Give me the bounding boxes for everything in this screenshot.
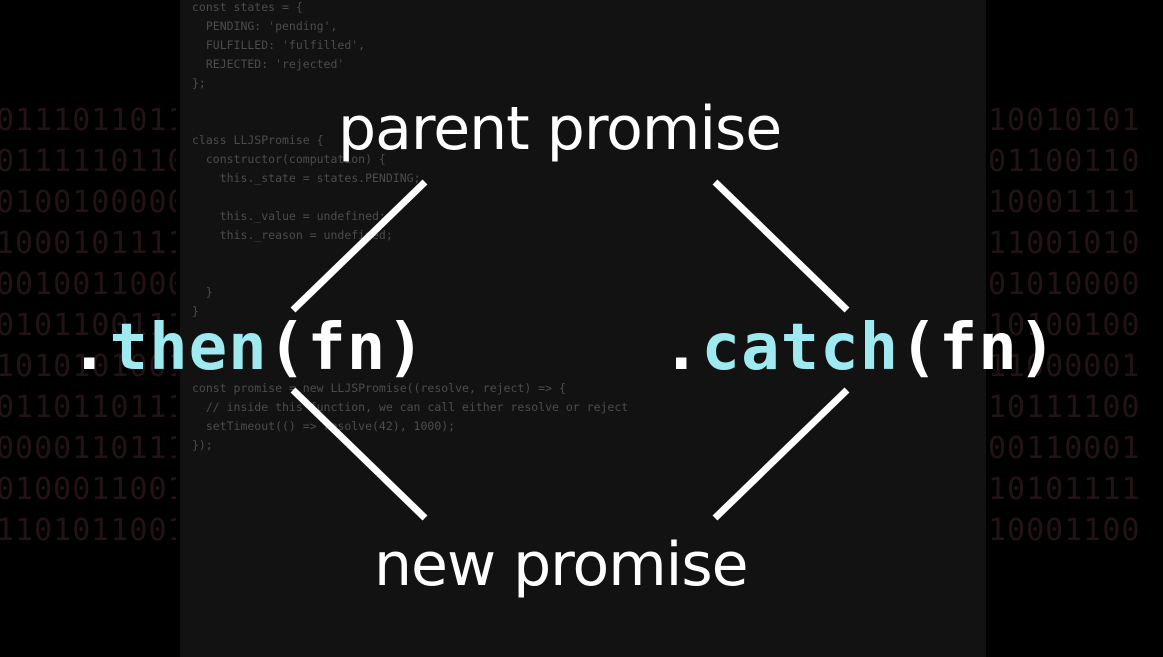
then-method-name: then [109,311,268,385]
new-promise-label: new promise [374,530,749,600]
then-args: (fn) [267,311,426,385]
slide: 0111011011101111101100010010000011000101… [0,0,1163,657]
connector-catch-new [712,387,850,521]
catch-dot: . [662,311,702,385]
parent-promise-label: parent promise [338,94,782,164]
connector-then-new [290,387,428,521]
then-dot: . [70,311,110,385]
catch-method-name: catch [701,311,900,385]
catch-method-call: .catch(fn) [662,311,1057,385]
connector-parent-then [290,179,428,313]
connector-parent-catch [712,179,850,313]
then-method-call: .then(fn) [70,311,426,385]
catch-args: (fn) [899,311,1058,385]
